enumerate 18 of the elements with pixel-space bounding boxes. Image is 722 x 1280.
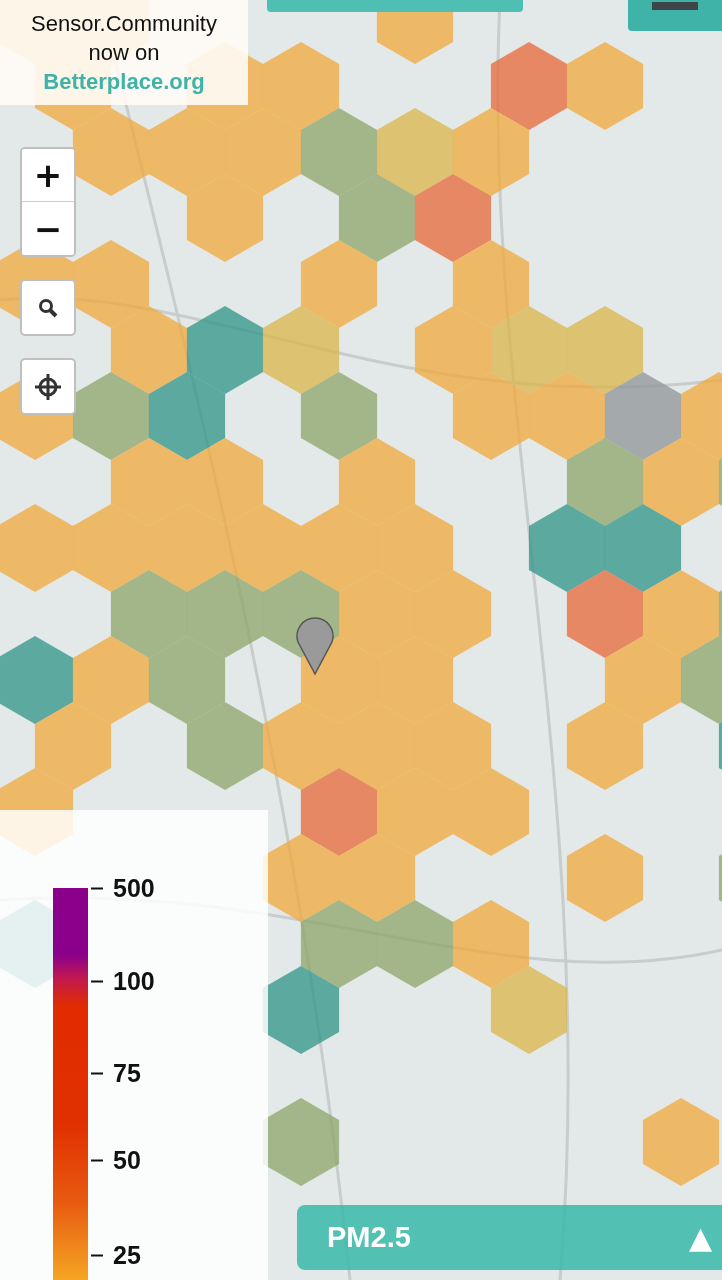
menu-button[interactable] — [628, 0, 722, 31]
menu-icon — [652, 2, 698, 10]
scale-label: 50 — [91, 1145, 141, 1175]
search-button[interactable] — [20, 279, 76, 336]
search-icon — [38, 297, 58, 318]
scale-label: 25 — [91, 1240, 141, 1270]
scale-label: 100 — [91, 966, 155, 996]
pollutant-label: PM2.5 — [327, 1221, 411, 1254]
expand-button[interactable]: ▲ — [688, 1220, 712, 1255]
crosshair-icon — [34, 372, 62, 401]
promo-text: Sensor.Community — [31, 9, 217, 38]
betterplace-link[interactable]: Betterplace.org — [43, 66, 205, 97]
scale-label: 500 — [91, 873, 155, 903]
scale-label: 75 — [91, 1058, 141, 1088]
pollutant-bar[interactable]: PM2.5 ▲ — [297, 1205, 722, 1270]
promo-text: now on — [88, 38, 160, 67]
locate-button[interactable] — [20, 358, 76, 415]
zoom-in-button[interactable]: + — [22, 149, 74, 202]
